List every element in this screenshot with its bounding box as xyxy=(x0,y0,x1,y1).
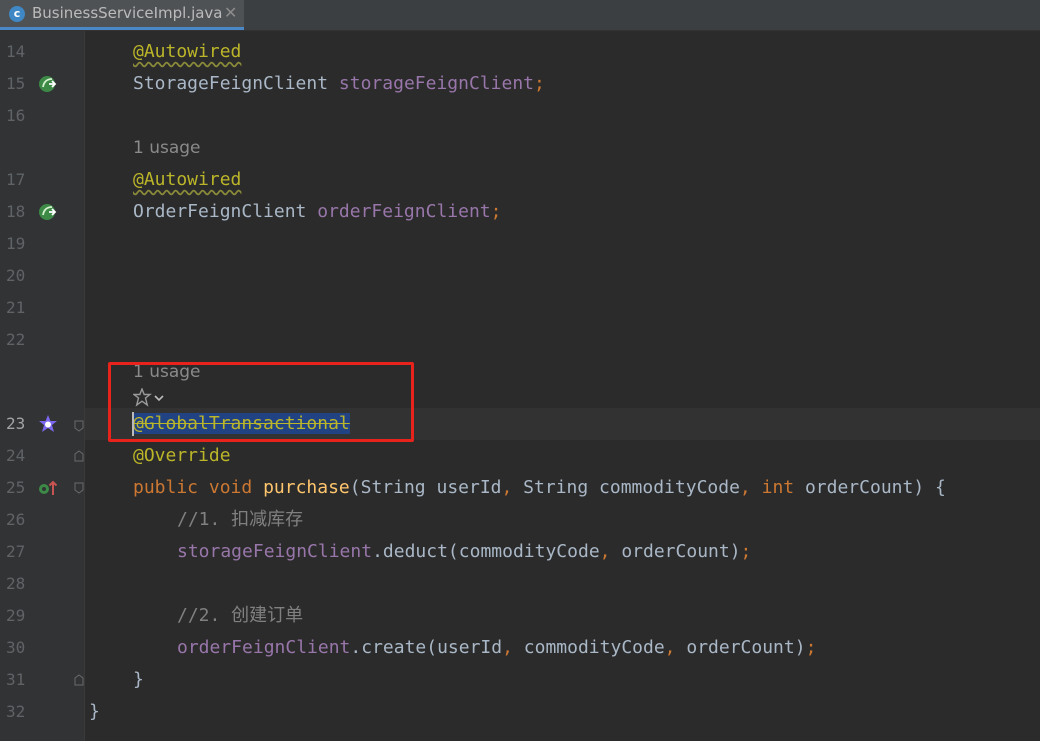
line-number: 29 xyxy=(6,606,26,625)
comma: , xyxy=(599,541,611,562)
line-number: 24 xyxy=(6,446,26,465)
line-number: 27 xyxy=(6,542,26,561)
line-number: 32 xyxy=(6,702,26,721)
code-line-25[interactable]: public void purchase(String userId, Stri… xyxy=(133,472,946,504)
fold-marker-icon[interactable] xyxy=(74,420,84,432)
line-number: 30 xyxy=(6,638,26,657)
type-name: OrderFeignClient xyxy=(133,201,307,222)
method-name: purchase xyxy=(263,477,350,498)
line-number: 26 xyxy=(6,510,26,529)
field-name: storageFeignClient xyxy=(338,73,534,94)
line-number: 19 xyxy=(6,234,26,253)
java-class-icon: c xyxy=(9,6,25,22)
annotation: @Autowired xyxy=(133,41,242,62)
semicolon: ; xyxy=(534,73,545,94)
line-number: 22 xyxy=(6,330,26,349)
keyword: void xyxy=(208,477,253,498)
line-number: 15 xyxy=(6,74,26,93)
code-line-27[interactable]: storageFeignClient.deduct(commodityCode,… xyxy=(177,536,751,568)
close-icon[interactable]: ✕ xyxy=(224,3,237,22)
line-number: 21 xyxy=(6,298,26,317)
args: orderCount) xyxy=(610,541,741,562)
line-number: 18 xyxy=(6,202,26,221)
seata-transaction-icon[interactable] xyxy=(38,414,58,434)
annotation: @Autowired xyxy=(133,169,242,190)
method-call: .create(userId xyxy=(350,637,503,658)
semicolon: ; xyxy=(740,541,752,562)
line-number: 25 xyxy=(6,478,26,497)
line-number: 31 xyxy=(6,670,26,689)
spring-bean-navigate-icon[interactable] xyxy=(38,74,58,94)
args: commodityCode xyxy=(512,637,665,658)
comma: , xyxy=(502,637,513,658)
field-name: orderFeignClient xyxy=(317,201,491,222)
highlight-box xyxy=(108,362,414,442)
line-number: 17 xyxy=(6,170,26,189)
code-line-17[interactable]: @Autowired xyxy=(133,164,241,196)
fold-marker-icon[interactable] xyxy=(74,450,84,462)
method-call: .deduct(commodityCode xyxy=(372,541,600,562)
code-line-15[interactable]: StorageFeignClient storageFeignClient; xyxy=(133,68,545,100)
code-line-31[interactable]: } xyxy=(133,664,144,696)
override-method-icon[interactable] xyxy=(38,478,58,498)
line-number: 14 xyxy=(6,42,26,61)
tab-business-service-impl[interactable]: c BusinessServiceImpl.java ✕ xyxy=(0,0,244,30)
keyword: int xyxy=(761,477,795,498)
code-line-29[interactable]: //2. 创建订单 xyxy=(177,600,303,632)
code-line-24[interactable]: @Override xyxy=(133,440,231,472)
params: orderCount) { xyxy=(794,477,946,498)
line-number: 16 xyxy=(6,106,26,125)
field-name: orderFeignClient xyxy=(177,637,351,658)
comma: , xyxy=(739,477,751,498)
line-number: 28 xyxy=(6,574,26,593)
fold-marker-icon[interactable] xyxy=(74,674,84,686)
code-line-30[interactable]: orderFeignClient.create(userId, commodit… xyxy=(177,632,816,664)
comma: , xyxy=(501,477,513,498)
args: orderCount) xyxy=(675,637,806,658)
usage-hint[interactable]: 1 usage xyxy=(133,132,201,164)
code-line-32[interactable]: } xyxy=(89,696,100,728)
editor-gutter[interactable]: 14 15 16 17 18 19 20 21 22 23 24 25 26 2… xyxy=(0,31,85,741)
editor-tab-bar: c BusinessServiceImpl.java ✕ xyxy=(0,0,1040,31)
params: (String userId xyxy=(349,477,502,498)
line-number-active: 23 xyxy=(6,414,26,433)
fold-marker-icon[interactable] xyxy=(74,482,84,494)
comma: , xyxy=(664,637,676,658)
annotation: @Override xyxy=(133,445,231,466)
tab-title: BusinessServiceImpl.java xyxy=(32,4,223,22)
code-line-18[interactable]: OrderFeignClient orderFeignClient; xyxy=(133,196,501,228)
semicolon: ; xyxy=(490,201,502,222)
code-line-14[interactable]: @Autowired xyxy=(133,36,241,68)
line-number: 20 xyxy=(6,266,26,285)
keyword: public xyxy=(133,477,199,498)
params: String commodityCode xyxy=(512,477,740,498)
semicolon: ; xyxy=(805,637,817,658)
field-name: storageFeignClient xyxy=(177,541,373,562)
code-line-26[interactable]: //1. 扣减库存 xyxy=(177,504,303,536)
type-name: StorageFeignClient xyxy=(133,73,329,94)
spring-bean-navigate-icon[interactable] xyxy=(38,202,58,222)
